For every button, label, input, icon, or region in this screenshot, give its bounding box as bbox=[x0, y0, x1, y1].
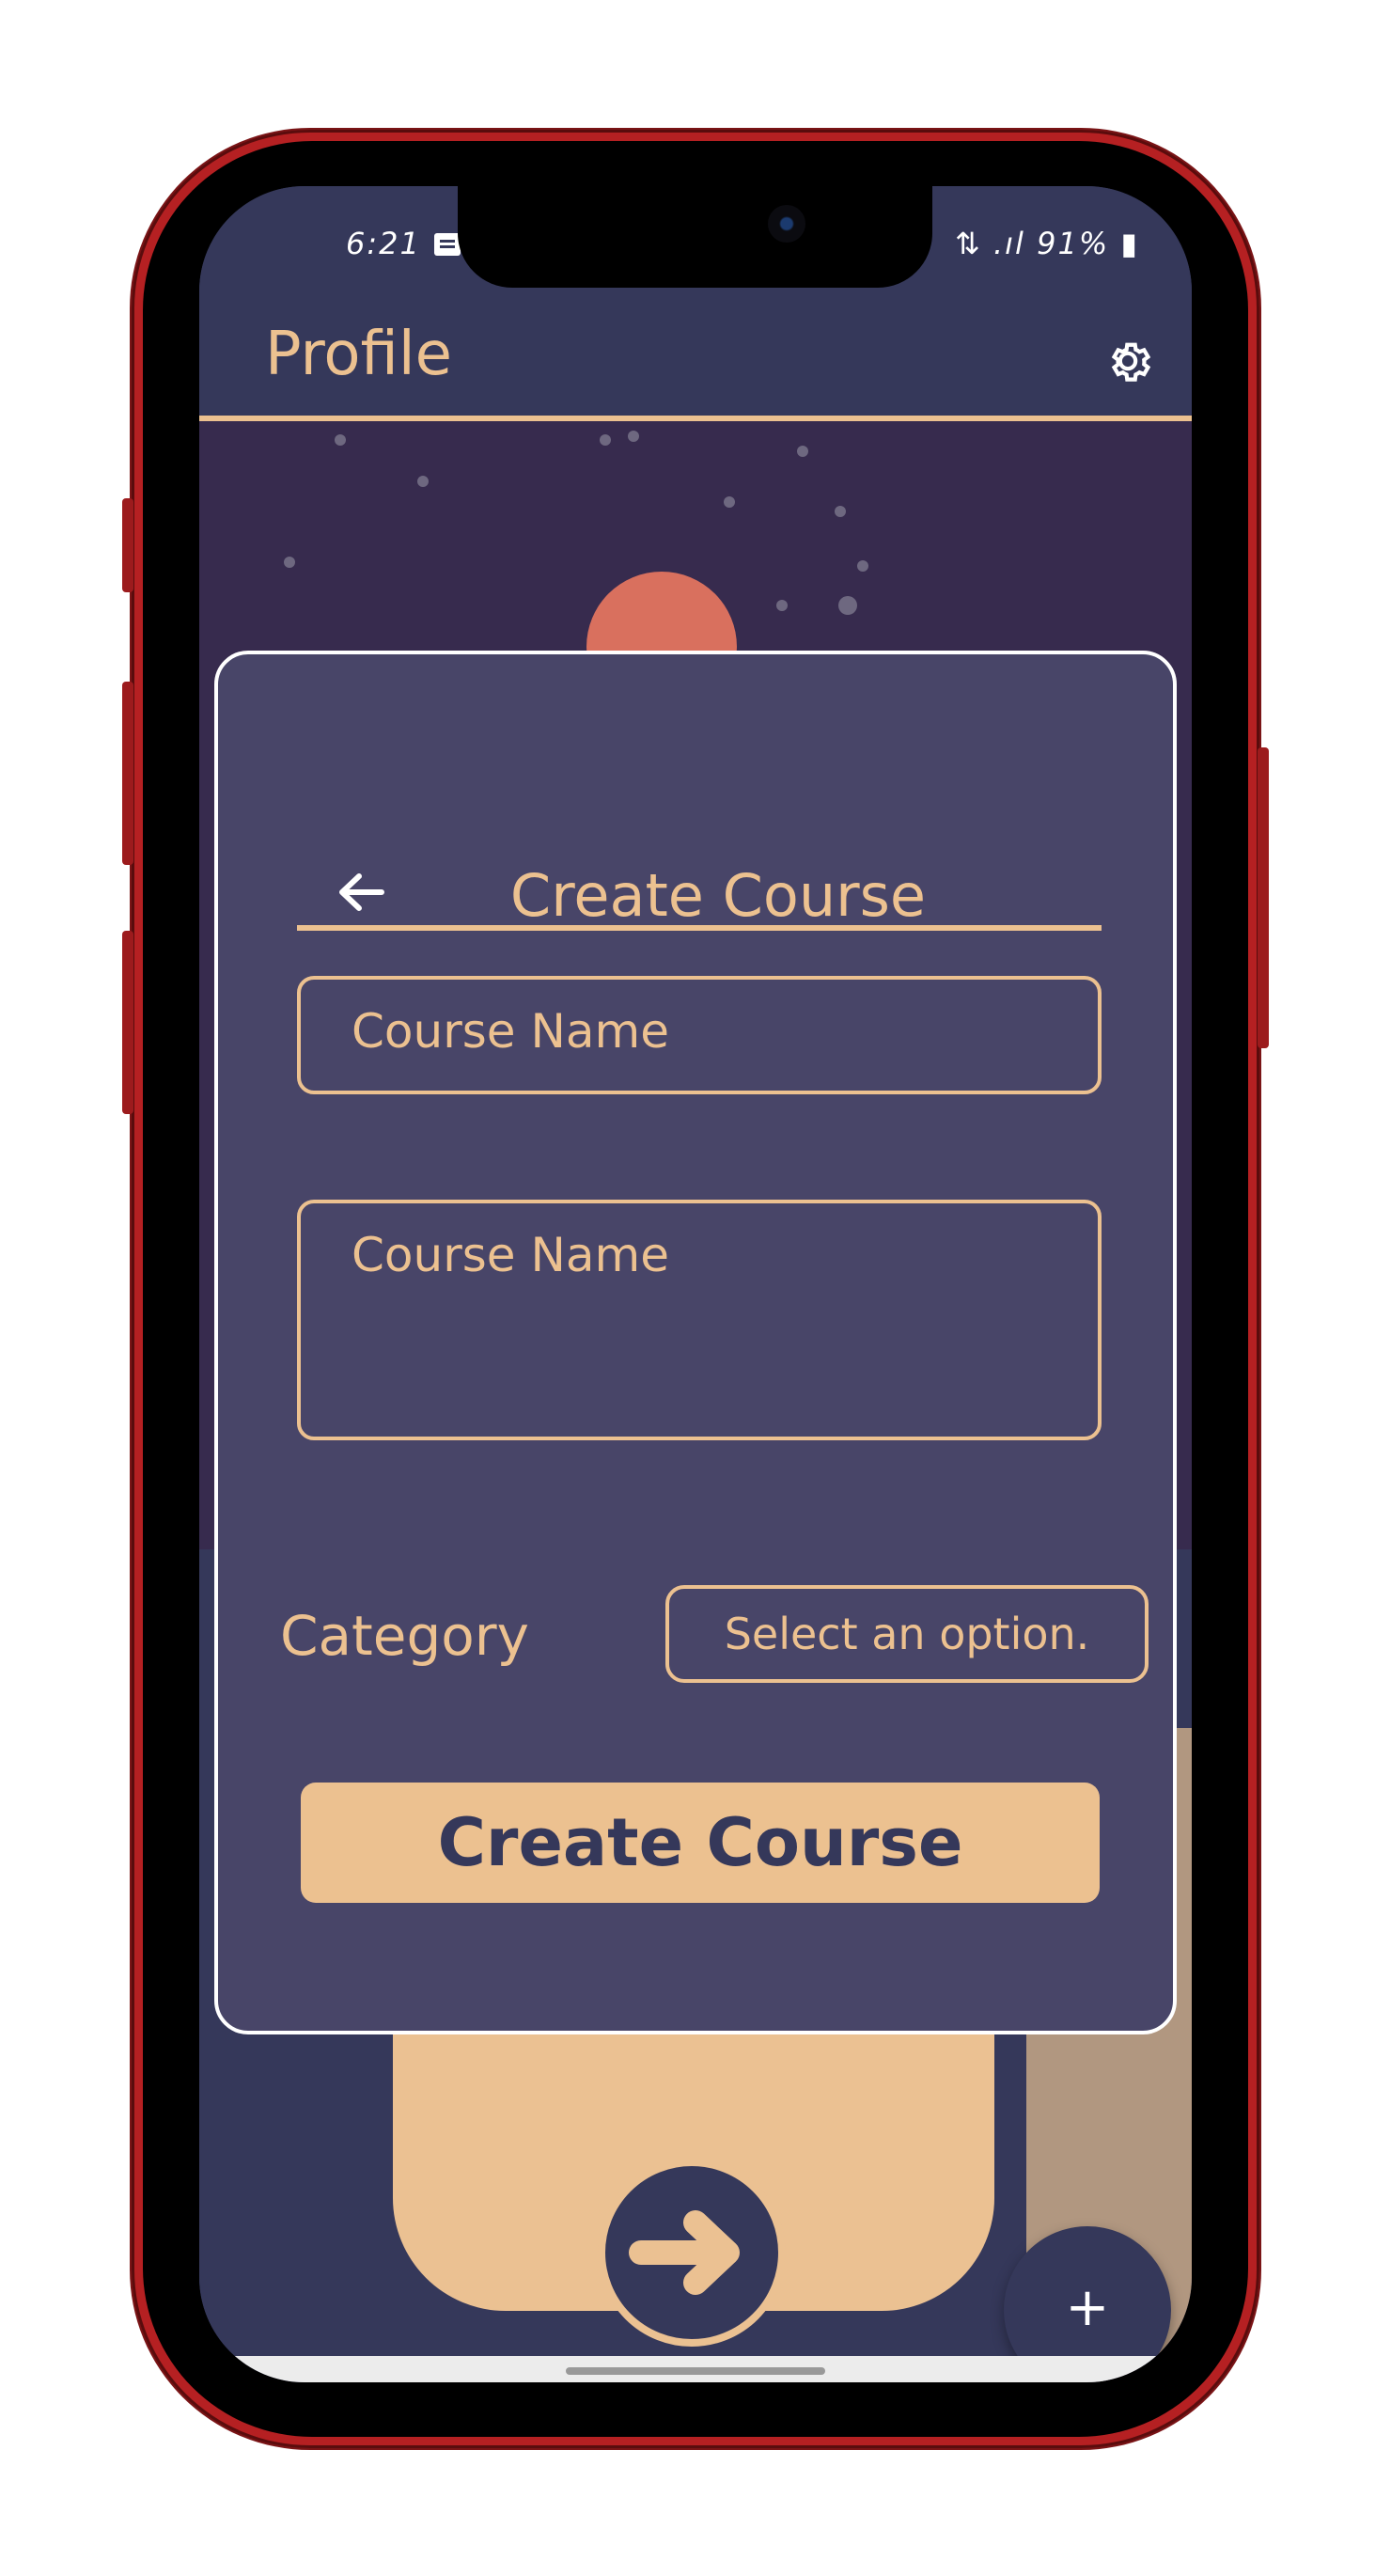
arrow-right-icon bbox=[629, 2210, 740, 2295]
battery-status: ⇅ .ıl 91% ▮ bbox=[955, 226, 1139, 261]
phone-power-button bbox=[1258, 747, 1269, 1048]
category-label: Category bbox=[280, 1604, 529, 1668]
app-bar: Profile bbox=[199, 290, 1192, 419]
app-bar-divider bbox=[199, 416, 1192, 421]
front-camera bbox=[768, 205, 805, 243]
create-course-dialog: Create Course Course Name Course Name Ca… bbox=[214, 651, 1177, 2034]
battery-icon: ▮ bbox=[1109, 226, 1139, 261]
star bbox=[417, 476, 429, 487]
next-button[interactable] bbox=[598, 2159, 786, 2347]
home-indicator[interactable] bbox=[566, 2367, 825, 2375]
message-icon bbox=[434, 233, 461, 256]
create-course-button[interactable]: Create Course bbox=[301, 1783, 1100, 1903]
camera-notch bbox=[458, 186, 932, 288]
phone-volume-up bbox=[122, 682, 133, 865]
star bbox=[857, 560, 868, 572]
star bbox=[628, 431, 639, 442]
dialog-header: Create Course bbox=[297, 850, 1102, 931]
category-select[interactable]: Select an option. bbox=[665, 1585, 1149, 1683]
star bbox=[838, 596, 857, 615]
battery-percent: 91% bbox=[1037, 226, 1110, 261]
star bbox=[835, 506, 846, 517]
star bbox=[335, 434, 346, 446]
course-name-placeholder: Course Name bbox=[352, 1004, 669, 1059]
signal-icon: ⇅ .ıl bbox=[954, 226, 1038, 261]
gear-icon[interactable] bbox=[1102, 335, 1154, 387]
phone-silent-switch bbox=[122, 498, 133, 592]
star bbox=[600, 434, 611, 446]
course-description-input[interactable]: Course Name bbox=[297, 1200, 1102, 1440]
status-time: 6:21 bbox=[346, 226, 421, 261]
star bbox=[776, 600, 788, 611]
page-title: Profile bbox=[265, 320, 452, 389]
star bbox=[797, 446, 808, 457]
course-description-placeholder: Course Name bbox=[352, 1228, 669, 1282]
status-bar: 6:21 ⇅ .ıl 91% ▮ bbox=[199, 186, 1192, 308]
course-name-input[interactable]: Course Name bbox=[297, 976, 1102, 1094]
dialog-title: Create Course bbox=[509, 861, 927, 930]
phone-volume-down bbox=[122, 931, 133, 1114]
star bbox=[284, 557, 295, 568]
star bbox=[724, 496, 735, 508]
